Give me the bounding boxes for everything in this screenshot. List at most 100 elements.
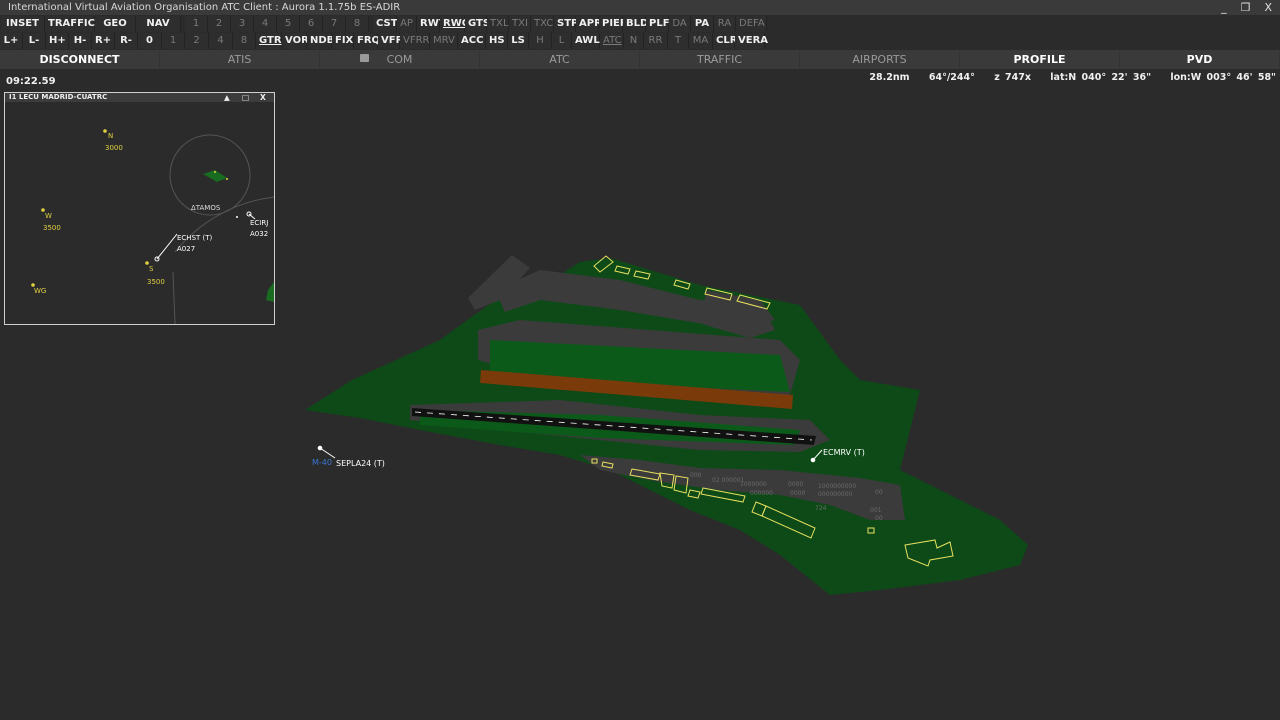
- inset-maximize-button[interactable]: □: [242, 93, 249, 102]
- toolbar-geo-button[interactable]: GEO: [95, 16, 136, 32]
- filter-ndb-toggle[interactable]: NDB: [307, 33, 334, 49]
- filter-mrv-toggle[interactable]: MRV: [430, 33, 458, 49]
- filter-bld-toggle[interactable]: BLD: [623, 16, 648, 32]
- nav-pvd-tab[interactable]: PVD: [1120, 50, 1280, 69]
- map-layer-7-button[interactable]: 7: [323, 16, 346, 32]
- zoom-1-button[interactable]: 1: [162, 33, 185, 49]
- filter-rr-toggle[interactable]: RR: [644, 33, 668, 49]
- inset-window[interactable]: I1 LECU MADRID-CUATRC ▲ □ X N 3000 W 350…: [4, 92, 275, 325]
- filter-apr-toggle[interactable]: APR: [576, 16, 602, 32]
- filter-h-toggle[interactable]: H: [529, 33, 552, 49]
- inset-traffic-echst[interactable]: ECHST (T) A027: [154, 233, 213, 262]
- svg-text:A027: A027: [177, 245, 195, 253]
- close-button[interactable]: X: [1264, 0, 1272, 15]
- zoom-r-button[interactable]: R-: [115, 33, 138, 49]
- map-layer-6-button[interactable]: 6: [300, 16, 323, 32]
- nav-profile-tab[interactable]: PROFILE: [960, 50, 1120, 69]
- zoom-r-button[interactable]: R+: [92, 33, 115, 49]
- filter-vfr-toggle[interactable]: VFR: [378, 33, 403, 49]
- inset-titlebar[interactable]: I1 LECU MADRID-CUATRC ▲ □ X: [5, 93, 274, 102]
- map-layer-5-button[interactable]: 5: [277, 16, 300, 32]
- m40-road-label: M-40: [312, 458, 332, 467]
- nav-atc-label: ATC: [549, 53, 570, 66]
- filter-txl-toggle[interactable]: TXL: [487, 16, 509, 32]
- nav-disconnect-tab[interactable]: DISCONNECT: [0, 50, 160, 69]
- filter-vfrr-toggle[interactable]: VFRR: [400, 33, 430, 49]
- filter-hs-toggle[interactable]: HS: [486, 33, 508, 49]
- restore-button[interactable]: ❐: [1241, 0, 1251, 15]
- svg-text:S: S: [149, 265, 154, 273]
- filter-gts-toggle[interactable]: GTS: [465, 16, 490, 32]
- window-titlebar: International Virtual Aviation Organisat…: [0, 0, 1280, 15]
- map-layer-3-button[interactable]: 3: [231, 16, 254, 32]
- nav-atc-tab[interactable]: ATC: [480, 50, 640, 69]
- svg-text:724: 724: [815, 505, 827, 512]
- window-controls: _ ❐ X: [1221, 0, 1272, 15]
- nav-traffic-tab[interactable]: TRAFFIC: [640, 50, 800, 69]
- filter-gtr-toggle[interactable]: GTR: [256, 33, 282, 49]
- filter-rwy-toggle[interactable]: RWY: [417, 16, 446, 32]
- filter-cst-toggle[interactable]: CST: [373, 16, 398, 32]
- filter-n-toggle[interactable]: N: [624, 33, 644, 49]
- zoom-h-button[interactable]: H-: [69, 33, 92, 49]
- filter-pa-toggle[interactable]: PA: [691, 16, 714, 32]
- filter-vor-toggle[interactable]: VOR: [282, 33, 309, 49]
- zoom-2-button[interactable]: 2: [185, 33, 209, 49]
- nav-airports-tab[interactable]: AIRPORTS: [800, 50, 960, 69]
- filter-pier-toggle[interactable]: PIER: [599, 16, 628, 32]
- zoom-h-button[interactable]: H+: [46, 33, 69, 49]
- svg-text:000000: 000000: [750, 490, 773, 497]
- filter-vera-toggle[interactable]: VERA: [735, 33, 768, 49]
- zoom-l-button[interactable]: L+: [0, 33, 23, 49]
- map-layer-2-button[interactable]: 2: [208, 16, 231, 32]
- inset-map[interactable]: N 3000 W 3500 S 3500 WG ΔTAMOS ECHST (T)…: [5, 102, 274, 324]
- filter-acc-toggle[interactable]: ACC: [458, 33, 486, 49]
- filter-clr-toggle[interactable]: CLR: [713, 33, 737, 49]
- svg-text:ECHST (T): ECHST (T): [177, 234, 213, 242]
- filter-frq-toggle[interactable]: FRQ: [354, 33, 380, 49]
- fix-wg: WG: [31, 283, 46, 295]
- nav-profile-label: PROFILE: [1013, 53, 1066, 66]
- filter-ma-toggle[interactable]: MA: [689, 33, 713, 49]
- zoom-4-button[interactable]: 4: [209, 33, 233, 49]
- toolbar-nav-button[interactable]: NAV: [136, 16, 181, 32]
- inset-close-button[interactable]: X: [260, 93, 266, 102]
- ecmrv-callsign[interactable]: ECMRV (T): [823, 448, 865, 457]
- airport-ground-layout: 000 02 000001 1000000 0000 1000000000 00…: [305, 255, 1028, 595]
- sepla24-callsign[interactable]: SEPLA24 (T): [336, 459, 385, 468]
- inset-collapse-button[interactable]: ▲: [224, 93, 230, 102]
- toolbar-inset-button[interactable]: INSET: [1, 16, 45, 32]
- filter-t-toggle[interactable]: T: [668, 33, 689, 49]
- svg-text:WG: WG: [34, 287, 46, 295]
- filter-ra-toggle[interactable]: RA: [714, 16, 736, 32]
- filter-awl-toggle[interactable]: AWL: [572, 33, 600, 49]
- filter-fix-toggle[interactable]: FIX: [332, 33, 354, 49]
- nav-com-tab[interactable]: COM: [320, 50, 480, 69]
- filter-da-toggle[interactable]: DA: [669, 16, 691, 32]
- chat-icon[interactable]: [360, 54, 369, 62]
- filter-plf-toggle[interactable]: PLF: [646, 16, 670, 32]
- map-layer-1-button[interactable]: 1: [185, 16, 208, 32]
- traffic-target-sepla24[interactable]: M-40 SEPLA24 (T): [312, 445, 385, 468]
- filter-txc-toggle[interactable]: TXC: [531, 16, 554, 32]
- map-layer-4-button[interactable]: 4: [254, 16, 277, 32]
- filter-ap-toggle[interactable]: AP: [397, 16, 417, 32]
- zoom-8-button[interactable]: 8: [233, 33, 256, 49]
- nav-atis-tab[interactable]: ATIS: [160, 50, 320, 69]
- filter-stp-toggle[interactable]: STP: [554, 16, 578, 32]
- filter-defa-toggle[interactable]: DEFA: [736, 16, 767, 32]
- filter-txi-toggle[interactable]: TXI: [509, 16, 531, 32]
- zoom-0-button[interactable]: 0: [138, 33, 162, 49]
- filter-rwc-toggle[interactable]: RWC: [440, 16, 469, 32]
- filter-l-toggle[interactable]: L: [552, 33, 572, 49]
- filter-ls-toggle[interactable]: LS: [508, 33, 529, 49]
- zoom-l-button[interactable]: L-: [23, 33, 46, 49]
- map-layer-8-button[interactable]: 8: [346, 16, 369, 32]
- minimize-button[interactable]: _: [1221, 0, 1227, 15]
- inset-traffic-ecirj[interactable]: ECIRJ A032: [236, 211, 268, 238]
- svg-text:W: W: [45, 212, 52, 220]
- vor-label: ΔTAMOS: [191, 204, 221, 212]
- svg-text:0000: 0000: [790, 490, 805, 497]
- toolbar-traffic-button[interactable]: TRAFFIC: [45, 16, 95, 32]
- filter-atc-toggle[interactable]: ATC: [600, 33, 624, 49]
